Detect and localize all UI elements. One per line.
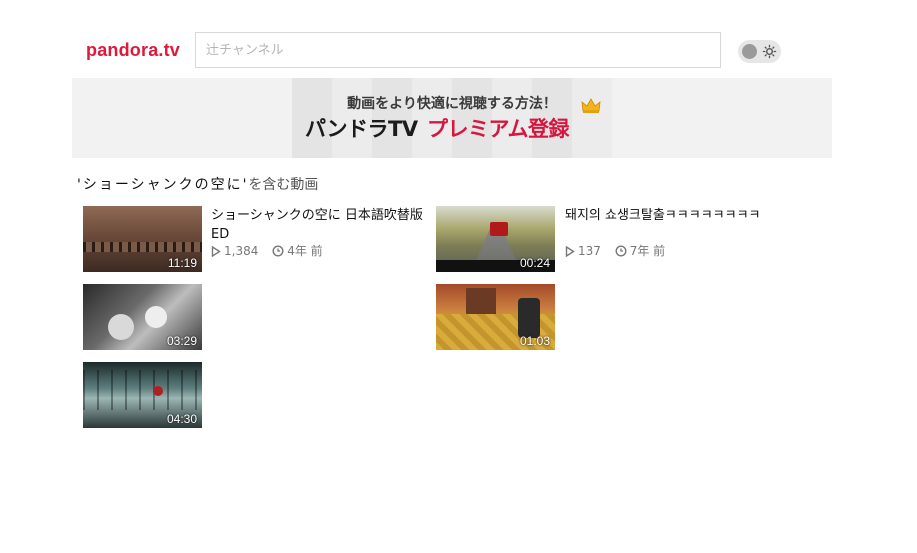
crown-icon: [581, 98, 601, 113]
play-icon: [565, 245, 575, 257]
results-query: 'ショーシャンクの空に': [77, 177, 249, 193]
video-duration: 11:19: [167, 256, 197, 270]
video-thumbnail[interactable]: 01:03: [436, 284, 555, 350]
video-thumbnail[interactable]: 04:30: [83, 362, 202, 428]
clock-icon: [615, 244, 627, 257]
banner-headline: 動画をより快適に視聴する方法！: [347, 96, 557, 112]
video-thumbnail[interactable]: 03:29: [83, 284, 202, 350]
video-meta: 137 7年 前: [565, 242, 675, 260]
video-thumbnail[interactable]: 11:19: [83, 206, 202, 272]
upload-age: 7年 前: [629, 244, 666, 258]
banner-brand: パンドラTV: [305, 117, 418, 141]
sun-icon: [762, 44, 777, 59]
theme-toggle[interactable]: [738, 40, 781, 63]
clock-icon: [272, 244, 284, 257]
video-meta: 1,384 4年 前: [211, 242, 333, 260]
pandora-logo[interactable]: pandora.tv: [86, 40, 180, 61]
video-duration: 01:03: [519, 334, 550, 348]
play-icon: [211, 245, 221, 257]
toggle-knob: [742, 44, 757, 59]
upload-age: 4年 前: [287, 244, 323, 258]
video-title[interactable]: ショーシャンクの空に 日本語吹替版ED: [211, 206, 436, 244]
video-duration: 03:29: [166, 334, 197, 348]
view-count: 1,384: [224, 244, 259, 258]
banner-premium-text: プレミアム登録: [427, 117, 570, 141]
video-duration: 04:30: [166, 412, 197, 426]
video-title[interactable]: 돼지의 쇼생크탈출ㅋㅋㅋㅋㅋㅋㅋㅋ: [565, 206, 785, 225]
video-duration: 00:24: [519, 256, 550, 270]
search-input[interactable]: [196, 33, 720, 67]
premium-banner[interactable]: 動画をより快適に視聴する方法！ パンドラTV プレミアム登録: [72, 78, 832, 158]
results-suffix: を含む動画: [248, 177, 319, 193]
search-field[interactable]: [195, 32, 721, 68]
view-count: 137: [578, 244, 601, 258]
video-thumbnail[interactable]: 00:24: [436, 206, 555, 272]
results-heading: 'ショーシャンクの空に'を含む動画: [77, 174, 318, 194]
